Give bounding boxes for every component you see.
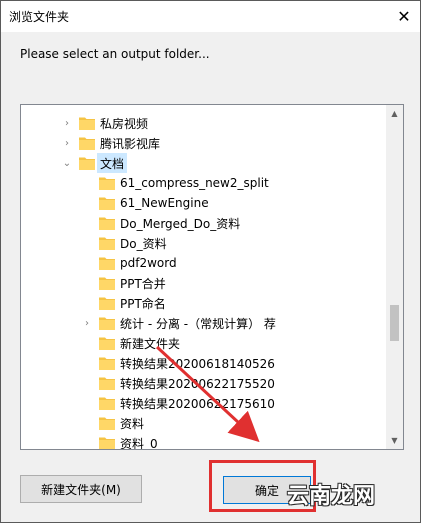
folder-icon — [99, 396, 115, 410]
prompt-text: Please select an output folder... — [20, 47, 210, 61]
scroll-thumb[interactable] — [390, 305, 399, 341]
tree-item[interactable]: 资料_0 — [21, 433, 387, 450]
tree-item[interactable]: › 私房视频 — [21, 113, 387, 133]
tree-item-label-wrap: 资料 — [117, 413, 147, 433]
folder-icon — [99, 236, 115, 250]
tree-item[interactable]: 转换结果20200622175520 — [21, 373, 387, 393]
tree-item-label: 私房视频 — [100, 116, 149, 131]
tree-item[interactable]: 转换结果20200622175610 — [21, 393, 387, 413]
chevron-right-icon[interactable]: › — [61, 133, 73, 153]
tree-item-label: PPT命名 — [120, 296, 166, 311]
tree-item[interactable]: PPT合并 — [21, 273, 387, 293]
close-button[interactable]: ✕ — [388, 1, 420, 32]
tree-item-label: Do_Merged_Do_资料 — [120, 216, 241, 231]
browse-folder-dialog: 浏览文件夹 ✕ Please select an output folder..… — [0, 0, 421, 523]
tree-item-label-wrap: Do_资料 — [117, 233, 170, 253]
folder-icon — [99, 216, 115, 230]
scroll-down-arrow-icon[interactable]: ▼ — [386, 432, 403, 449]
tree-item[interactable]: 61_NewEngine — [21, 193, 387, 213]
close-icon: ✕ — [397, 7, 411, 26]
tree-item-label-wrap: 资料_0 — [117, 433, 161, 450]
folder-icon — [99, 376, 115, 390]
window-title: 浏览文件夹 — [9, 10, 70, 24]
folder-icon — [99, 296, 115, 310]
tree-item-label-wrap: 腾讯影视库 — [97, 133, 163, 153]
tree-item-label-wrap: 转换结果20200622175520 — [117, 373, 278, 393]
tree-item-label-wrap: 统计 - 分离 -（常规计算） 荐 — [117, 313, 279, 333]
folder-icon — [79, 116, 95, 130]
folder-icon — [99, 276, 115, 290]
tree-item-label-wrap: 文档 — [97, 153, 128, 173]
tree-item-label: 腾讯影视库 — [100, 136, 161, 151]
tree-item[interactable]: 新建文件夹 — [21, 333, 387, 353]
tree-item[interactable]: ⌄ 文档 — [21, 153, 387, 173]
tree-item-label: pdf2word — [120, 256, 177, 270]
tree-item-label-wrap: pdf2word — [117, 253, 180, 273]
tree-item-label-wrap: PPT合并 — [117, 273, 169, 293]
folder-icon — [99, 196, 115, 210]
tree-item-label-wrap: PPT命名 — [117, 293, 169, 313]
title-bar: 浏览文件夹 ✕ — [1, 1, 420, 32]
tree-item-label: 转换结果20200622175520 — [120, 376, 275, 391]
new-folder-button[interactable]: 新建文件夹(M) — [20, 475, 142, 503]
vertical-scrollbar[interactable]: ▲ ▼ — [386, 105, 403, 449]
watermark-logo: 云南龙网 — [287, 484, 376, 509]
chevron-right-icon[interactable]: › — [81, 313, 93, 333]
tree-item-label-wrap: 新建文件夹 — [117, 333, 183, 353]
folder-icon — [99, 256, 115, 270]
tree-item-label: Do_资料 — [120, 236, 167, 251]
folder-icon — [79, 156, 95, 170]
tree-item-label-wrap: 61_NewEngine — [117, 193, 212, 213]
tree-item[interactable]: Do_资料 — [21, 233, 387, 253]
folder-icon — [99, 336, 115, 350]
folder-tree[interactable]: 资料_0 资料 转换结果20200622175610 转换结果202006221755… — [20, 104, 404, 450]
tree-item[interactable]: 资料 — [21, 413, 387, 433]
tree-item[interactable]: PPT命名 — [21, 293, 387, 313]
tree-item-label-wrap: 转换结果20200622175610 — [117, 393, 278, 413]
chevron-down-icon[interactable]: ⌄ — [61, 153, 73, 173]
tree-item[interactable]: 转换结果20200618140526 — [21, 353, 387, 373]
folder-icon — [79, 136, 95, 150]
tree-item-label: 资料 — [120, 416, 145, 431]
tree-item-label: 统计 - 分离 -（常规计算） 荐 — [120, 316, 276, 331]
tree-item-label-wrap: Do_Merged_Do_资料 — [117, 213, 243, 233]
chevron-right-icon[interactable]: › — [61, 113, 73, 133]
tree-item[interactable]: pdf2word — [21, 253, 387, 273]
folder-icon — [99, 176, 115, 190]
folder-icon — [99, 356, 115, 370]
tree-item[interactable]: › 统计 - 分离 -（常规计算） 荐 — [21, 313, 387, 333]
folder-icon — [99, 416, 115, 430]
folder-icon — [99, 436, 115, 449]
tree-item[interactable]: › 腾讯影视库 — [21, 133, 387, 153]
tree-item-label: 61_compress_new2_split — [120, 176, 269, 190]
scroll-up-arrow-icon[interactable]: ▲ — [386, 105, 403, 122]
tree-item-label-wrap: 私房视频 — [97, 113, 151, 133]
tree-item-label: 新建文件夹 — [120, 336, 181, 351]
tree-item-label-wrap: 转换结果20200618140526 — [117, 353, 278, 373]
tree-item-label: 资料_0 — [120, 436, 158, 450]
folder-icon — [99, 316, 115, 330]
tree-item-label: PPT合并 — [120, 276, 166, 291]
tree-item[interactable]: 61_compress_new2_split — [21, 173, 387, 193]
tree-item-label: 61_NewEngine — [120, 196, 209, 210]
tree-item-label-wrap: 61_compress_new2_split — [117, 173, 272, 193]
tree-item-label: 转换结果20200618140526 — [120, 356, 275, 371]
tree-item-label: 转换结果20200622175610 — [120, 396, 275, 411]
tree-item-label: 文档 — [100, 156, 125, 171]
tree-item[interactable]: Do_Merged_Do_资料 — [21, 213, 387, 233]
